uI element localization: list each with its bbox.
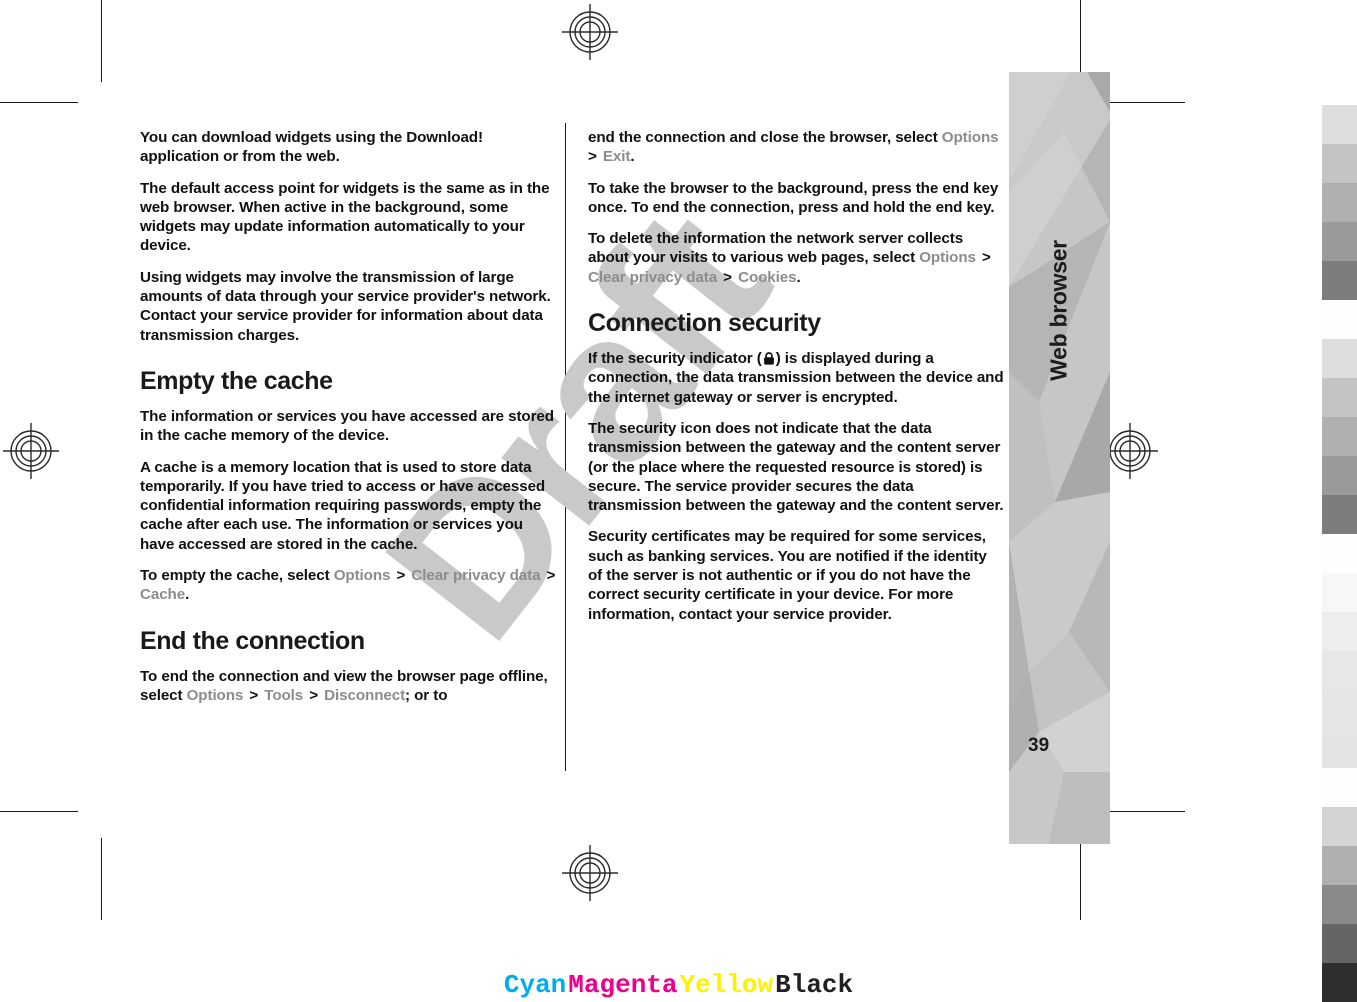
- gray-wedge-swatch: [1322, 339, 1357, 378]
- crop-mark-bottom-left-vertical: [101, 838, 102, 920]
- gray-wedge-swatch: [1322, 183, 1357, 222]
- menu-path-item[interactable]: Options: [942, 129, 999, 146]
- menu-path-separator: >: [392, 567, 410, 585]
- body-paragraph: The default access point for widgets is …: [140, 179, 550, 255]
- gray-wedge-swatch: [1322, 729, 1357, 768]
- crop-mark-top-right-vertical: [1080, 0, 1081, 82]
- color-legend-yellow: Yellow: [679, 970, 774, 1000]
- menu-path-separator: >: [719, 268, 737, 286]
- body-paragraph: Security certificates may be required fo…: [588, 528, 987, 623]
- color-legend-cyan: Cyan: [503, 970, 567, 1000]
- menu-path-paragraph: end the connection and close the browser…: [588, 129, 999, 166]
- gray-wedge-swatch: [1322, 846, 1357, 885]
- menu-path-separator: >: [542, 567, 556, 585]
- page-number: 39: [1028, 735, 1050, 756]
- menu-path-paragraph: To end the connection and view the brows…: [140, 667, 548, 704]
- gray-wedge-swatch: [1322, 807, 1357, 846]
- gray-wedge-swatch: [1322, 66, 1357, 105]
- text-column-right: end the connection and close the browser…: [588, 128, 1004, 636]
- menu-path-separator: >: [305, 686, 323, 704]
- chapter-tab: Web browser: [1009, 72, 1110, 844]
- menu-path-separator: >: [245, 686, 263, 704]
- menu-path-item[interactable]: Cache: [140, 586, 185, 603]
- gray-wedge-swatch: [1322, 573, 1357, 612]
- body-paragraph: Using widgets may involve the transmissi…: [140, 268, 551, 344]
- menu-path-item[interactable]: Options: [334, 567, 391, 584]
- menu-path-paragraph: To empty the cache, select Options > Cle…: [140, 567, 556, 604]
- section-heading: Connection security: [588, 309, 821, 338]
- crop-mark-bottom-left-horizontal: [0, 811, 78, 812]
- registration-mark-right: [1102, 423, 1158, 479]
- gray-wedge-swatch: [1322, 612, 1357, 651]
- body-paragraph: A cache is a memory location that is use…: [140, 458, 546, 553]
- security-indicator-paragraph: If the security indicator () is displaye…: [588, 350, 1004, 406]
- gray-wedge-swatch: [1322, 885, 1357, 924]
- registration-mark-left: [3, 423, 59, 479]
- grayscale-step-wedge: [1322, 66, 1357, 1002]
- gray-wedge-swatch: [1322, 300, 1357, 339]
- crop-mark-bottom-right-horizontal: [1105, 811, 1185, 812]
- gray-wedge-swatch: [1322, 456, 1357, 495]
- color-legend-black: Black: [775, 970, 854, 1000]
- registration-mark-bottom: [562, 845, 618, 901]
- body-paragraph: The information or services you have acc…: [140, 407, 554, 445]
- crop-mark-bottom-right-vertical: [1080, 838, 1081, 920]
- section-heading: Empty the cache: [140, 366, 333, 395]
- menu-path-item[interactable]: Options: [187, 687, 244, 704]
- menu-path-item[interactable]: Clear privacy data: [588, 269, 717, 286]
- gray-wedge-swatch: [1322, 144, 1357, 183]
- menu-path-item[interactable]: Disconnect: [324, 687, 405, 704]
- body-paragraph: You can download widgets using the Downl…: [140, 129, 483, 166]
- gray-wedge-swatch: [1322, 690, 1357, 729]
- chapter-tab-label-wrap: Web browser: [1009, 72, 1110, 844]
- gray-wedge-swatch: [1322, 495, 1357, 534]
- gray-wedge-swatch: [1322, 768, 1357, 807]
- menu-path-separator: >: [977, 249, 991, 267]
- menu-path-separator: >: [588, 148, 601, 166]
- text-column-left: You can download widgets using the Downl…: [140, 128, 556, 717]
- gray-wedge-swatch: [1322, 924, 1357, 963]
- gray-wedge-swatch: [1322, 105, 1357, 144]
- gray-wedge-swatch: [1322, 534, 1357, 573]
- section-heading: End the connection: [140, 626, 365, 655]
- print-proof-page: Web browser 39 Draft You can download wi…: [0, 0, 1357, 1002]
- menu-path-item[interactable]: Options: [919, 249, 976, 266]
- menu-path-paragraph: To delete the information the network se…: [588, 230, 991, 286]
- page-content: You can download widgets using the Downl…: [140, 128, 1010, 773]
- gray-wedge-swatch: [1322, 378, 1357, 417]
- cmyk-color-legend: CyanMagentaYellowBlack: [0, 970, 1357, 1000]
- body-paragraph: The security icon does not indicate that…: [588, 419, 1004, 515]
- color-legend-magenta: Magenta: [568, 970, 678, 1000]
- gray-wedge-swatch: [1322, 651, 1357, 690]
- crop-mark-top-left-horizontal: [0, 102, 78, 103]
- gray-wedge-swatch: [1322, 222, 1357, 261]
- crop-mark-top-right-horizontal: [1105, 102, 1185, 103]
- registration-mark-top: [562, 4, 618, 60]
- gray-wedge-swatch: [1322, 261, 1357, 300]
- gray-wedge-swatch: [1322, 417, 1357, 456]
- menu-path-item[interactable]: Tools: [264, 687, 303, 704]
- menu-path-item[interactable]: Exit: [603, 148, 631, 165]
- menu-path-item[interactable]: Cookies: [738, 269, 796, 286]
- body-paragraph: To take the browser to the background, p…: [588, 179, 999, 216]
- crop-mark-top-left-vertical: [101, 0, 102, 82]
- padlock-icon: [763, 352, 775, 365]
- menu-path-item[interactable]: Clear privacy data: [411, 567, 540, 584]
- chapter-tab-label: Web browser: [1045, 240, 1072, 381]
